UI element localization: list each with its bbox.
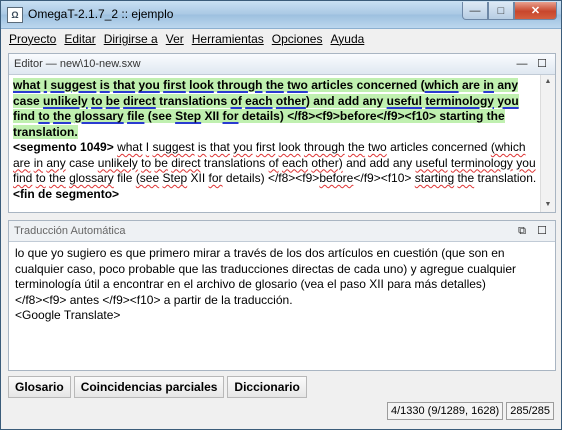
editor-pane-header: Editor — new\10-new.sxw — ☐	[9, 54, 555, 75]
window-title: OmegaT-2.1.7_2 :: ejemplo	[28, 7, 174, 21]
tab-coincidencias-parciales[interactable]: Coincidencias parciales	[73, 376, 225, 398]
close-button[interactable]: ✕	[514, 2, 557, 20]
menu-ayuda[interactable]: Ayuda	[326, 32, 368, 46]
menu-dirigirse-a[interactable]: Dirigirse a	[100, 32, 162, 46]
segment-marker: <segmento 1049>	[13, 140, 114, 154]
segment-progress-status: 4/1330 (9/1289, 1628)	[386, 402, 504, 420]
minimize-button[interactable]: —	[462, 2, 488, 20]
mt-line: cualquier caso, poco probable que las tr…	[15, 261, 516, 276]
menu-editar[interactable]: Editar	[60, 32, 99, 46]
mt-source-label: <Google Translate>	[15, 308, 121, 322]
mt-maximize-button[interactable]: ☐	[535, 224, 549, 238]
editor-pane: Editor — new\10-new.sxw — ☐ what I sugge…	[8, 53, 556, 213]
editor-text-area[interactable]: what I suggest is that you first look th…	[9, 75, 541, 212]
menu-herramientas[interactable]: Herramientas	[188, 32, 268, 46]
editor-pane-title: Editor — new\10-new.sxw	[14, 58, 141, 70]
machine-translation-pane: Traducción Automática ⧉ ☐ lo que yo sugi…	[8, 220, 556, 371]
mt-line: terminología útil a encontrar en el arch…	[15, 277, 486, 291]
end-segment-marker: <fin de segmento>	[13, 186, 120, 201]
status-bar: 4/1330 (9/1289, 1628) 285/285	[384, 402, 554, 420]
mt-line: lo que yo sugiero es que primero mirar a…	[15, 246, 505, 260]
character-count-status: 285/285	[506, 402, 554, 420]
editor-minimize-button[interactable]: —	[515, 57, 529, 71]
mt-pane-header: Traducción Automática ⧉ ☐	[9, 221, 555, 242]
title-bar[interactable]: Ω OmegaT-2.1.7_2 :: ejemplo — □ ✕	[1, 1, 561, 29]
editor-maximize-button[interactable]: ☐	[535, 57, 549, 71]
mt-text-area[interactable]: lo que yo sugiero es que primero mirar a…	[9, 242, 555, 370]
app-window: Ω OmegaT-2.1.7_2 :: ejemplo — □ ✕ Proyec…	[0, 0, 562, 430]
maximize-button[interactable]: □	[488, 2, 514, 20]
source-segment[interactable]: what I suggest is that you first look th…	[13, 78, 519, 139]
menu-proyecto[interactable]: Proyecto	[5, 32, 60, 46]
menu-ver[interactable]: Ver	[162, 32, 188, 46]
scroll-down-icon[interactable]: ▼	[541, 198, 555, 212]
omegat-app-icon[interactable]: Ω	[7, 7, 23, 23]
editor-scrollbar[interactable]: ▲ ▼	[540, 75, 555, 212]
scroll-up-icon[interactable]: ▲	[541, 75, 555, 89]
tab-glosario[interactable]: Glosario	[8, 376, 71, 398]
tab-diccionario[interactable]: Diccionario	[227, 376, 307, 398]
window-controls: — □ ✕	[462, 2, 557, 20]
mt-pane-title: Traducción Automática	[14, 225, 126, 237]
bottom-tabs: Glosario Coincidencias parciales Diccion…	[8, 376, 310, 398]
mt-line: </f8><f9> antes </f9><f10> a partir de l…	[15, 292, 293, 307]
menu-opciones[interactable]: Opciones	[268, 32, 327, 46]
menu-bar: Proyecto Editar Dirigirse a Ver Herramie…	[5, 30, 557, 48]
mt-undock-button[interactable]: ⧉	[515, 224, 529, 238]
